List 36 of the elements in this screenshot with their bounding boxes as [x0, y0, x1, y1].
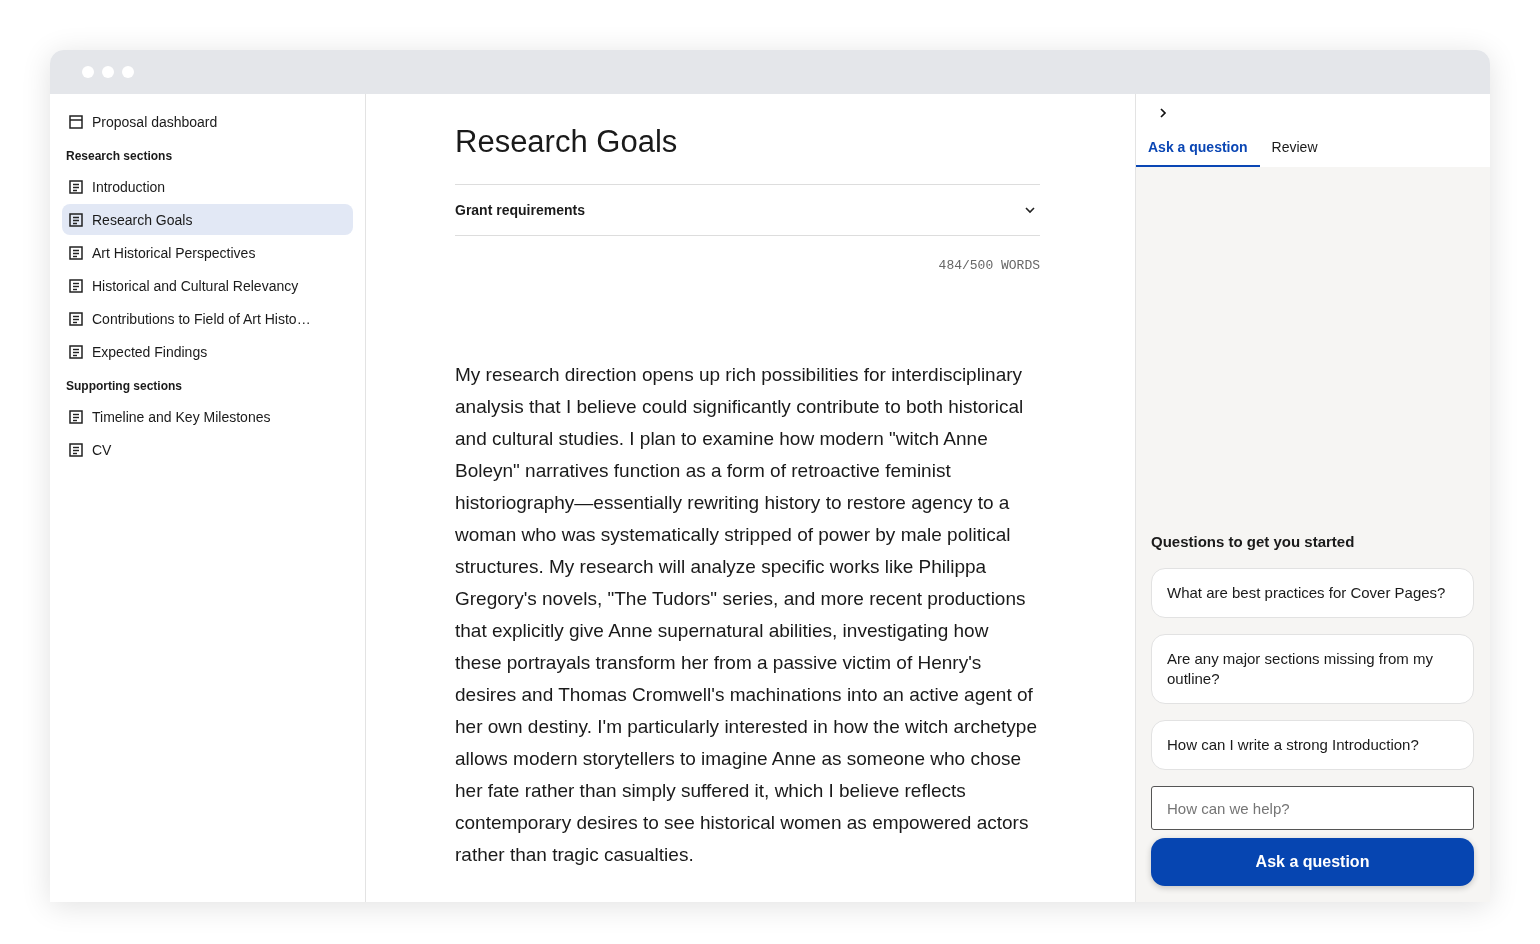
accordion-header[interactable]: Grant requirements	[455, 184, 1040, 236]
suggestion-card[interactable]: How can I write a strong Introduction?	[1151, 720, 1474, 770]
sidebar-item[interactable]: Art Historical Perspectives	[62, 237, 353, 268]
document-icon	[68, 310, 84, 327]
chevron-right-icon[interactable]	[1157, 107, 1169, 119]
sidebar-item[interactable]: Timeline and Key Milestones	[62, 401, 353, 432]
word-count: 484/500 WORDS	[937, 258, 1040, 273]
tab[interactable]: Review	[1259, 139, 1330, 167]
document-icon	[68, 408, 84, 425]
document-icon	[68, 343, 84, 360]
document-icon	[68, 441, 84, 458]
window-dot	[102, 66, 114, 78]
sidebar-item[interactable]: Expected Findings	[62, 336, 353, 367]
window-dot	[122, 66, 134, 78]
sidebar-item[interactable]: Historical and Cultural Relevancy	[62, 270, 353, 301]
window-dot	[82, 66, 94, 78]
section-heading: Supporting sections	[65, 378, 183, 395]
dashboard-icon	[68, 113, 84, 130]
body-text: My research direction opens up rich possibilities for interdisciplinary analysis that I believe could significantly contribute to both historical and cultural studies. I plan to examine how modern "witch Anne Boleyn" narratives function as a form of retroactive feminist historiography—essentially rewriting history to restore agency to a woman who was systematically stripped of power by male political structures. My research will analyze specific works like Philippa Gregory's novels, "The Tudors" series, and more recent productions that explicitly give Anne supernatural abilities, investigating how these portrayals transform her from a passive victim of Henry's desires and Thomas Cromwell's machinations into an active agent of her own destiny. I'm particularly interested in how the witch archetype allows modern storytellers to imagine Anne as someone who chose her fate rather than simply suffered it, which I believe reflects contemporary desires to see historical women as empowered actors rather than tragic casualties.	[455, 363, 1038, 867]
chevron-down-icon	[1024, 204, 1036, 216]
sidebar-item[interactable]: Research Goals	[62, 204, 353, 235]
document-icon	[68, 244, 84, 261]
sidebar-item[interactable]: Proposal dashboard	[62, 106, 353, 137]
section-heading: Research sections	[65, 148, 174, 165]
question-input[interactable]: How can we help?	[1151, 786, 1474, 830]
document-icon	[68, 178, 84, 195]
sidebar-item[interactable]: CV	[62, 434, 353, 465]
suggestion-card[interactable]: Are any major sections missing from my outline?	[1151, 634, 1474, 704]
sidebar-item[interactable]: Contributions to Field of Art Histo…	[62, 303, 353, 334]
suggestions-heading: Questions to get you started	[1151, 533, 1356, 550]
document-icon	[68, 277, 84, 294]
document-icon	[68, 211, 84, 228]
sidebar-item[interactable]: Introduction	[62, 171, 353, 202]
page-title: Research Goals	[455, 124, 679, 160]
suggestion-card[interactable]: What are best practices for Cover Pages?	[1151, 568, 1474, 618]
ask-button[interactable]: Ask a question	[1151, 838, 1474, 886]
